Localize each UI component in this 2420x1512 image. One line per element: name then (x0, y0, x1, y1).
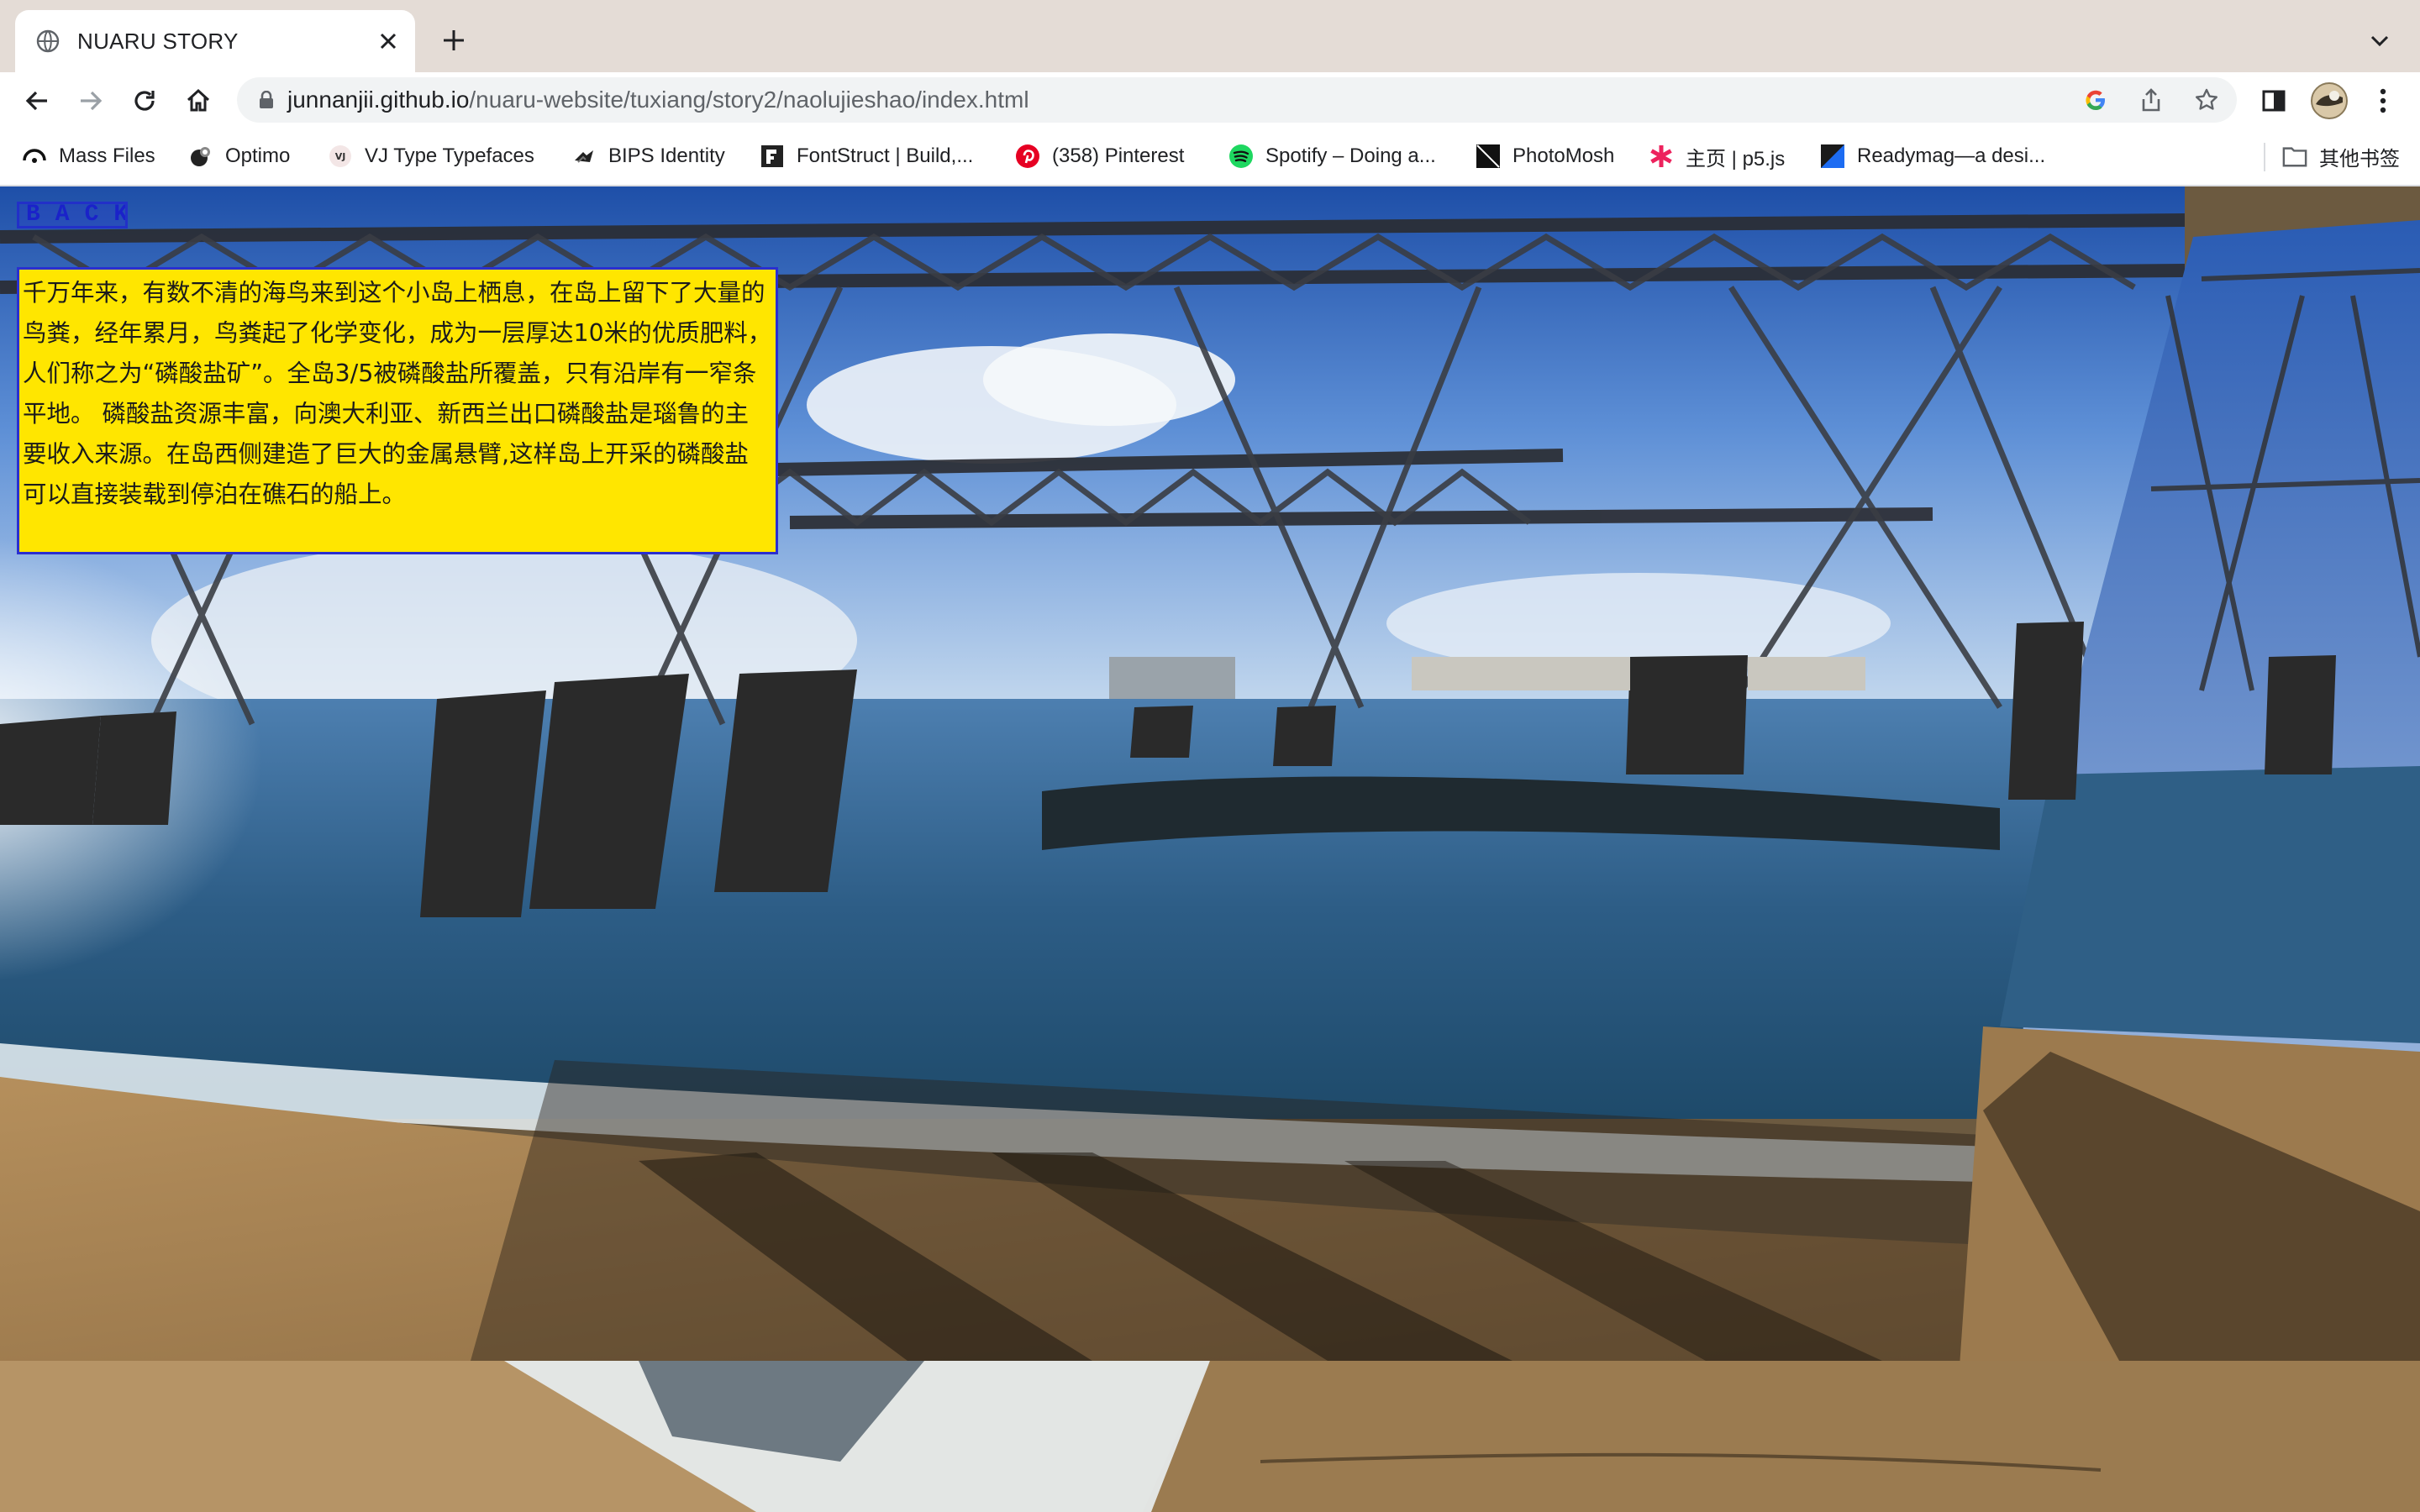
bookmarks-bar: Mass Files Optimo VJ VJ Type Typefaces B… (0, 128, 2420, 186)
side-panel-icon[interactable] (2255, 82, 2292, 119)
fontstruct-icon (760, 144, 785, 169)
close-tab-icon[interactable] (371, 24, 405, 58)
pinterest-icon (1015, 144, 1040, 169)
url-host: junnanjii.github.io (287, 87, 470, 113)
other-bookmarks-folder[interactable]: 其他书签 (2282, 141, 2400, 171)
menu-kebab-icon[interactable] (2365, 82, 2402, 119)
bookmark-p5js[interactable]: 主页 | p5.js (1649, 141, 1785, 171)
bookmark-mass-files[interactable]: Mass Files (22, 141, 155, 171)
bookmark-pinterest[interactable]: (358) Pinterest (1015, 141, 1184, 171)
bookmark-star-icon[interactable] (2188, 81, 2225, 118)
new-tab-plus-icon[interactable] (437, 24, 471, 57)
vj-icon: VJ (328, 144, 353, 169)
forward-arrow-icon[interactable] (72, 82, 109, 119)
bookmark-readymag[interactable]: Readymag—a desi... (1820, 141, 2045, 171)
url-text[interactable]: junnanjii.github.io/nuaru-website/tuxian… (287, 87, 1029, 113)
bookmark-bips-identity[interactable]: BIPS Identity (571, 141, 725, 171)
photomosh-icon (1476, 144, 1501, 169)
home-icon[interactable] (180, 82, 217, 119)
back-link[interactable]: BACK (17, 202, 128, 228)
bookmark-vj-type[interactable]: VJ VJ Type Typefaces (328, 141, 534, 171)
bips-icon (571, 144, 597, 169)
reload-icon[interactable] (126, 82, 163, 119)
tab-title: NUARU STORY (77, 28, 239, 54)
page-viewport: BACK 千万年来，有数不清的海鸟来到这个小岛上栖息，在岛上留下了大量的鸟粪，经… (0, 186, 2420, 1512)
address-bar[interactable]: junnanjii.github.io/nuaru-website/tuxian… (237, 77, 2237, 123)
folder-icon (2282, 144, 2307, 169)
beach-photo-fragment (0, 1361, 2420, 1512)
svg-text:VJ: VJ (335, 151, 346, 162)
bookmark-photomosh[interactable]: PhotoMosh (1476, 141, 1614, 171)
optimo-icon (188, 144, 213, 169)
back-arrow-icon[interactable] (18, 82, 55, 119)
arc-icon (22, 144, 47, 169)
browser-toolbar: junnanjii.github.io/nuaru-website/tuxian… (0, 72, 2420, 128)
bookmark-spotify[interactable]: Spotify – Doing a... (1228, 141, 1436, 171)
cantilever-photo-fragment (1949, 186, 2420, 1512)
bookmark-fontstruct[interactable]: FontStruct | Build,... (760, 141, 973, 171)
tab-active[interactable]: NUARU STORY (15, 10, 415, 72)
lock-icon[interactable] (255, 89, 277, 111)
spotify-icon (1228, 144, 1254, 169)
globe-icon (35, 29, 60, 54)
p5-asterisk-icon (1649, 144, 1674, 169)
profile-avatar[interactable] (2311, 82, 2348, 119)
google-g-icon[interactable] (2077, 81, 2114, 118)
bookmarks-separator (2264, 143, 2265, 171)
url-path: /nuaru-website/tuxiang/story2/naolujiesh… (469, 87, 1029, 113)
readymag-icon (1820, 144, 1845, 169)
story-text-panel: 千万年来，有数不清的海鸟来到这个小岛上栖息，在岛上留下了大量的鸟粪，经年累月，鸟… (17, 267, 778, 554)
share-icon[interactable] (2133, 81, 2170, 118)
tab-search-chevron-icon[interactable] (2363, 24, 2396, 57)
bookmark-optimo[interactable]: Optimo (188, 141, 290, 171)
tab-strip: NUARU STORY (0, 0, 2420, 72)
